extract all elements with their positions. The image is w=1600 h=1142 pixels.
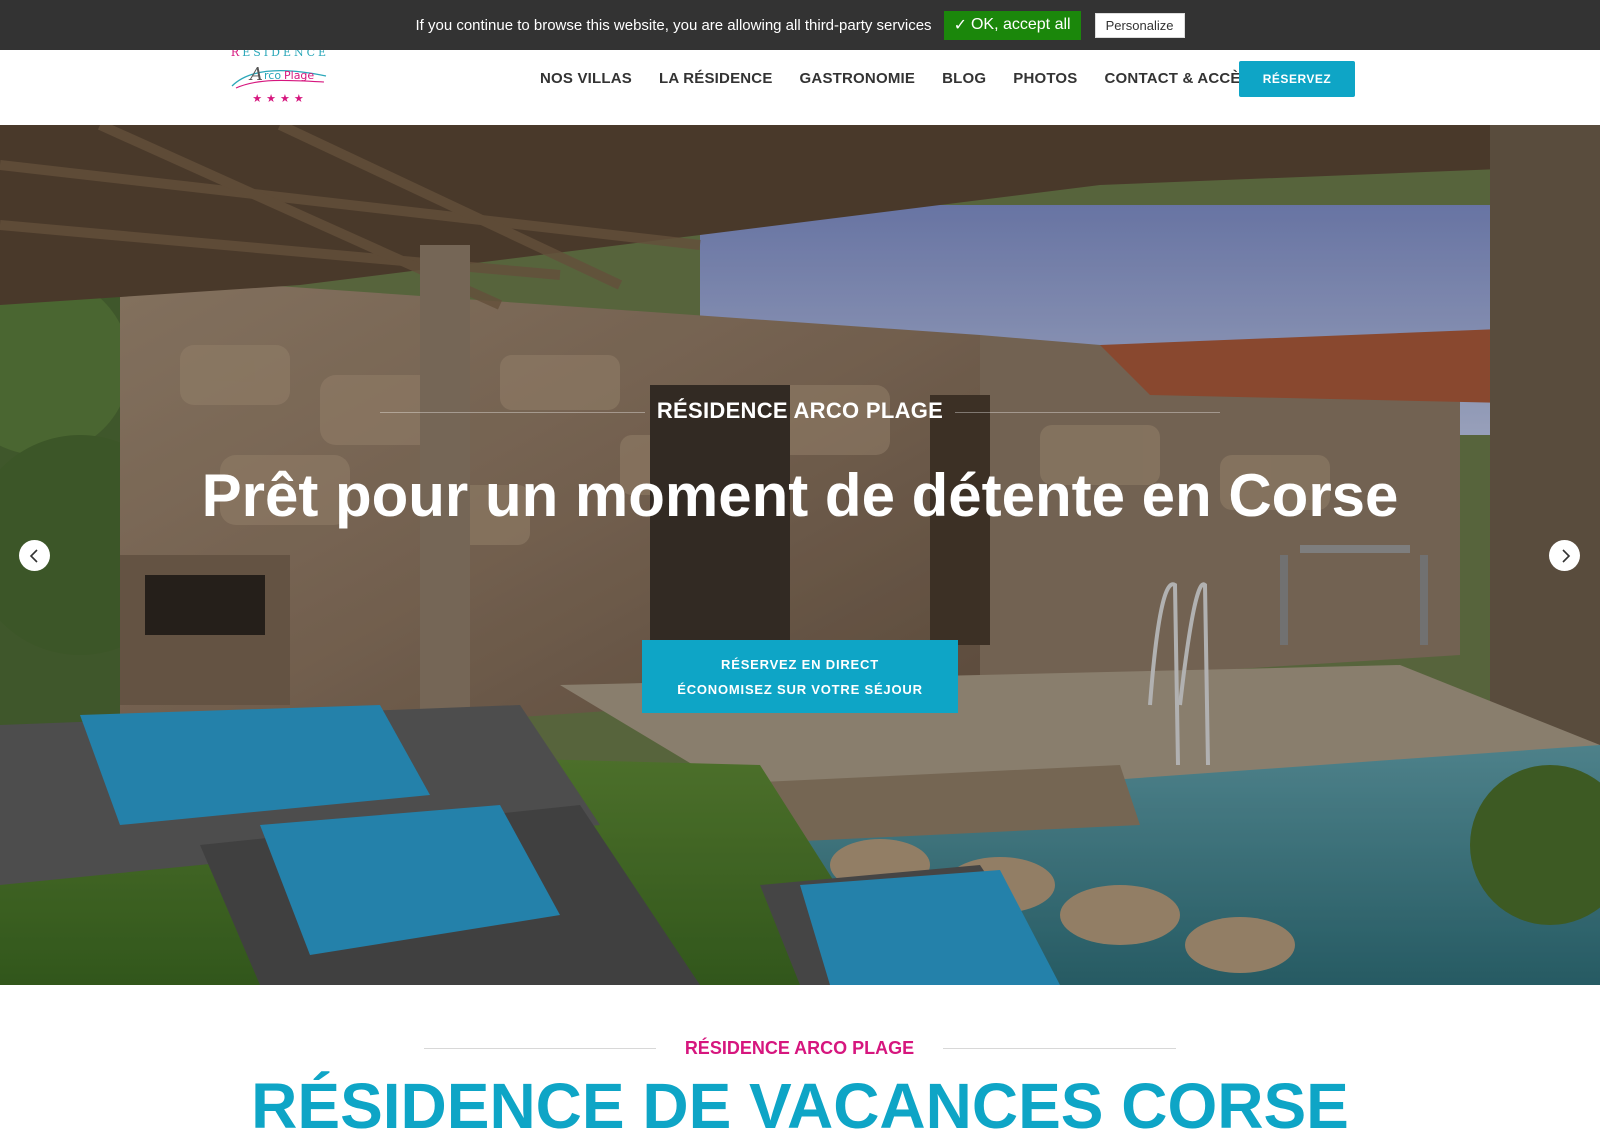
nav-item-gastronomie[interactable]: GASTRONOMIE	[800, 70, 916, 87]
hero-slider: RÉSIDENCE ARCO PLAGE Prêt pour un moment…	[0, 125, 1600, 985]
chevron-left-icon	[29, 548, 38, 563]
logo-script-graphic: A rco Plage	[231, 64, 327, 89]
svg-text:Plage: Plage	[284, 69, 314, 82]
slider-next-button[interactable]	[1549, 540, 1580, 571]
main-nav: NOS VILLAS LA RÉSIDENCE GASTRONOMIE BLOG…	[540, 50, 1278, 107]
cookie-consent-bar: If you continue to browse this website, …	[0, 0, 1600, 50]
site-header: RÉSIDENCE A rco Plage ★★★★ NOS VILLAS LA…	[0, 46, 1600, 125]
svg-text:A: A	[248, 64, 263, 85]
slider-prev-button[interactable]	[19, 540, 50, 571]
accept-all-label: OK, accept all	[970, 16, 1071, 33]
nav-item-photos[interactable]: PHOTOS	[1013, 70, 1077, 87]
intro-divider-right	[943, 1048, 1176, 1049]
check-icon: ✓	[953, 17, 967, 34]
intro-kicker-row: RÉSIDENCE ARCO PLAGE	[424, 1038, 1176, 1058]
nav-item-blog[interactable]: BLOG	[942, 70, 986, 87]
logo-stars: ★★★★	[252, 92, 308, 105]
intro-title: RÉSIDENCE DE VACANCES CORSE	[251, 1070, 1349, 1142]
book-direct-line1: RÉSERVEZ EN DIRECT	[721, 656, 879, 672]
personalize-cookies-button[interactable]: Personalize	[1094, 12, 1185, 38]
book-direct-line2: ÉCONOMISEZ SUR VOTRE SÉJOUR	[677, 681, 923, 697]
intro-kicker: RÉSIDENCE ARCO PLAGE	[684, 1038, 915, 1058]
chevron-right-icon	[1561, 548, 1570, 563]
hero-title: Prêt pour un moment de détente en Corse	[201, 462, 1399, 529]
cookie-message: If you continue to browse this website, …	[415, 16, 932, 34]
intro-divider-left	[424, 1048, 656, 1049]
reserve-button[interactable]: RÉSERVEZ	[1239, 61, 1355, 97]
svg-text:rco: rco	[264, 69, 281, 82]
accept-all-cookies-button[interactable]: ✓ OK, accept all	[943, 10, 1081, 40]
nav-item-contact-acces[interactable]: CONTACT & ACCÈS	[1105, 70, 1251, 87]
book-direct-button[interactable]: RÉSERVEZ EN DIRECT ÉCONOMISEZ SUR VOTRE …	[642, 640, 958, 713]
nav-item-nos-villas[interactable]: NOS VILLAS	[540, 70, 632, 87]
nav-item-la-residence[interactable]: LA RÉSIDENCE	[659, 70, 773, 87]
hero-overlay	[0, 125, 1600, 985]
hero-kicker: RÉSIDENCE ARCO PLAGE	[656, 398, 944, 423]
site-logo[interactable]: RÉSIDENCE A rco Plage ★★★★	[228, 46, 332, 116]
